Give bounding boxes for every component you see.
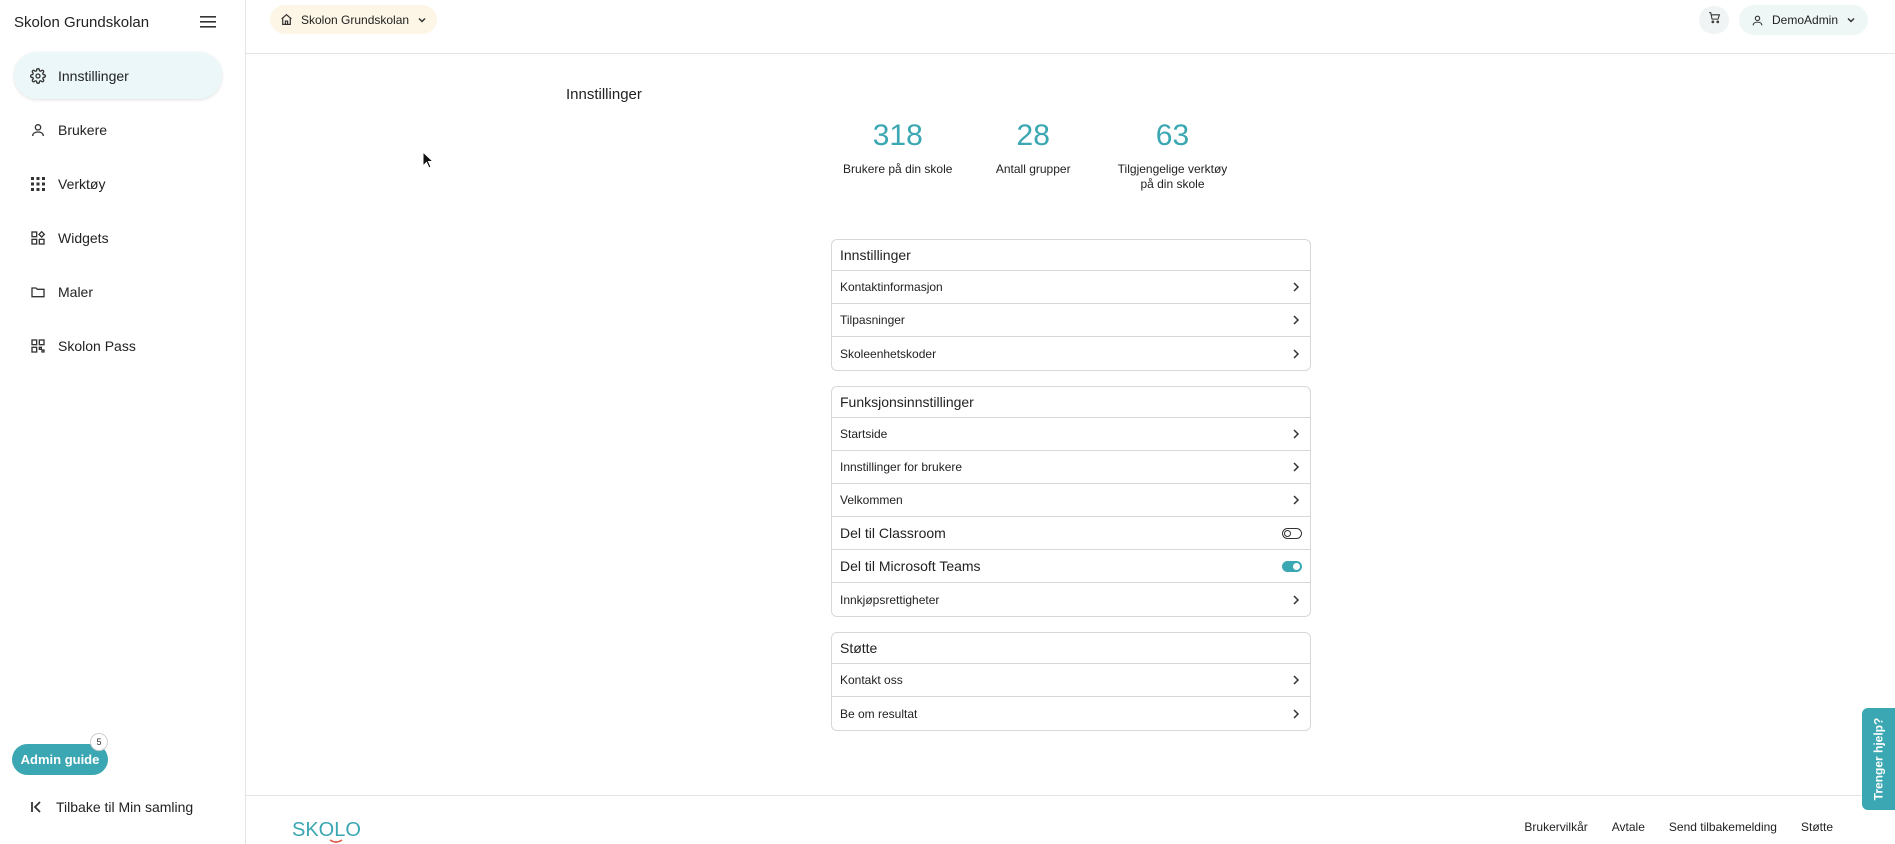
stat-label: Brukere på din skole (843, 162, 953, 176)
chevron-left-bar-icon (30, 799, 46, 815)
sidebar-title: Skolon Grundskolan (14, 13, 150, 31)
row-label: Del til Microsoft Teams (840, 558, 981, 574)
stat-users: 318 Brukere på din skole (830, 118, 965, 192)
row-label: Innstillinger for brukere (840, 460, 963, 474)
stat-tools: 63 Tilgjengelige verktøy på din skole (1101, 118, 1244, 192)
settings-card: Innstillinger Kontaktinformasjon Tilpasn… (831, 239, 1311, 371)
row-startside[interactable]: Startside (832, 418, 1310, 451)
grid-icon (29, 175, 47, 193)
row-be-om-resultat[interactable]: Be om resultat (832, 697, 1310, 730)
person-icon (1751, 13, 1765, 27)
gear-icon (29, 67, 47, 85)
sidebar-item-label: Innstillinger (58, 67, 129, 84)
sidebar-item-brukere[interactable]: Brukere (14, 106, 222, 153)
help-tab[interactable]: Trenger hjelp? (1862, 708, 1895, 810)
function-settings-card: Funksjonsinnstillinger Startside Innstil… (831, 386, 1311, 617)
page-title: Innstillinger (566, 86, 642, 103)
sidebar-nav: Innstillinger Brukere Verktøy Widgets Ma… (14, 52, 222, 376)
row-skoleenhetskoder[interactable]: Skoleenhetskoder (832, 337, 1310, 370)
chevron-right-icon (1290, 674, 1302, 686)
cart-button[interactable] (1699, 6, 1729, 34)
stat-label: Antall grupper (995, 162, 1071, 176)
card-title: Støtte (832, 633, 1310, 664)
qr-icon (29, 337, 47, 355)
row-label: Tilpasninger (840, 313, 905, 327)
row-label: Velkommen (840, 493, 903, 507)
sidebar: Skolon Grundskolan Innstillinger Brukere… (0, 0, 246, 844)
row-kontakt-oss[interactable]: Kontakt oss (832, 664, 1310, 697)
user-name: DemoAdmin (1772, 13, 1839, 27)
footer-link-brukervilkar[interactable]: Brukervilkår (1524, 820, 1587, 834)
user-menu[interactable]: DemoAdmin (1739, 5, 1869, 35)
sidebar-item-verktoy[interactable]: Verktøy (14, 160, 222, 207)
row-label: Kontaktinformasjon (840, 280, 943, 294)
sidebar-item-widgets[interactable]: Widgets (14, 214, 222, 261)
row-label: Skoleenhetskoder (840, 346, 937, 361)
stat-value: 63 (1155, 119, 1190, 152)
footer: SKOLON Brukervilkår Avtale Send tilbakem… (246, 795, 1895, 844)
row-del-til-classroom: Del til Classroom (832, 517, 1310, 550)
row-label: Be om resultat (840, 706, 918, 721)
chevron-down-icon (1846, 15, 1856, 25)
chevron-down-icon (417, 15, 427, 25)
mouse-cursor-icon (422, 150, 435, 174)
row-velkommen[interactable]: Velkommen (832, 484, 1310, 517)
school-selector[interactable]: Skolon Grundskolan (270, 5, 438, 34)
person-icon (29, 121, 47, 139)
stats-row: 318 Brukere på din skole 28 Antall grupp… (830, 118, 1244, 192)
sidebar-item-label: Skolon Pass (58, 337, 136, 354)
home-icon (280, 13, 294, 27)
teams-toggle[interactable] (1282, 560, 1302, 572)
chevron-right-icon (1290, 708, 1302, 720)
row-label: Kontakt oss (840, 673, 903, 687)
sidebar-item-label: Widgets (58, 229, 109, 246)
footer-link-stotte[interactable]: Støtte (1801, 820, 1833, 834)
chevron-right-icon (1290, 281, 1302, 293)
row-innkjopsrettigheter[interactable]: Innkjøpsrettigheter (832, 583, 1310, 616)
back-link-label: Tilbake til Min samling (56, 799, 194, 815)
classroom-toggle[interactable] (1282, 527, 1302, 539)
stat-groups: 28 Antall grupper (965, 118, 1100, 192)
footer-link-avtale[interactable]: Avtale (1612, 820, 1645, 834)
stat-value: 28 (1016, 119, 1050, 152)
card-title: Innstillinger (832, 240, 1310, 271)
sidebar-item-innstillinger[interactable]: Innstillinger (14, 52, 222, 99)
sidebar-header: Skolon Grundskolan (14, 10, 219, 34)
skolon-logo[interactable]: SKOLON (292, 810, 375, 844)
help-tab-label: Trenger hjelp? (1871, 717, 1886, 801)
footer-link-send-tilbakemelding[interactable]: Send tilbakemelding (1669, 820, 1777, 834)
chevron-right-icon (1290, 461, 1302, 473)
row-innstillinger-for-brukere[interactable]: Innstillinger for brukere (832, 451, 1310, 484)
row-label: Innkjøpsrettigheter (840, 592, 940, 607)
chevron-right-icon (1290, 428, 1302, 440)
chevron-right-icon (1290, 594, 1302, 606)
sidebar-item-maler[interactable]: Maler (14, 268, 222, 315)
card-title: Funksjonsinnstillinger (832, 387, 1310, 418)
logo-text: SKOLON (292, 819, 362, 841)
sidebar-item-skolon-pass[interactable]: Skolon Pass (14, 322, 222, 369)
stat-value: 318 (872, 119, 923, 152)
footer-links: Brukervilkår Avtale Send tilbakemelding … (1500, 820, 1833, 834)
sidebar-item-label: Verktøy (58, 175, 106, 192)
school-name: Skolon Grundskolan (301, 12, 410, 27)
chevron-right-icon (1290, 494, 1302, 506)
widgets-icon (29, 229, 47, 247)
admin-guide-badge: 5 (90, 733, 108, 751)
sidebar-item-label: Maler (58, 283, 94, 300)
sidebar-item-label: Brukere (58, 121, 108, 138)
cart-icon (1708, 11, 1721, 29)
row-tilpasninger[interactable]: Tilpasninger (832, 304, 1310, 337)
row-kontaktinformasjon[interactable]: Kontaktinformasjon (832, 271, 1310, 304)
stat-label: Tilgjengelige verktøy på din skole (1117, 162, 1228, 191)
chevron-right-icon (1290, 314, 1302, 326)
back-to-collection-link[interactable]: Tilbake til Min samling (30, 799, 193, 815)
folder-icon (29, 283, 47, 301)
chevron-right-icon (1290, 348, 1302, 360)
row-del-til-microsoft-teams: Del til Microsoft Teams (832, 550, 1310, 583)
top-bar: Skolon Grundskolan DemoAdmin (246, 0, 1895, 54)
support-card: Støtte Kontakt oss Be om resultat (831, 632, 1311, 731)
row-label: Startside (840, 427, 888, 441)
row-label: Del til Classroom (840, 525, 946, 541)
hamburger-menu-icon[interactable] (197, 11, 219, 33)
